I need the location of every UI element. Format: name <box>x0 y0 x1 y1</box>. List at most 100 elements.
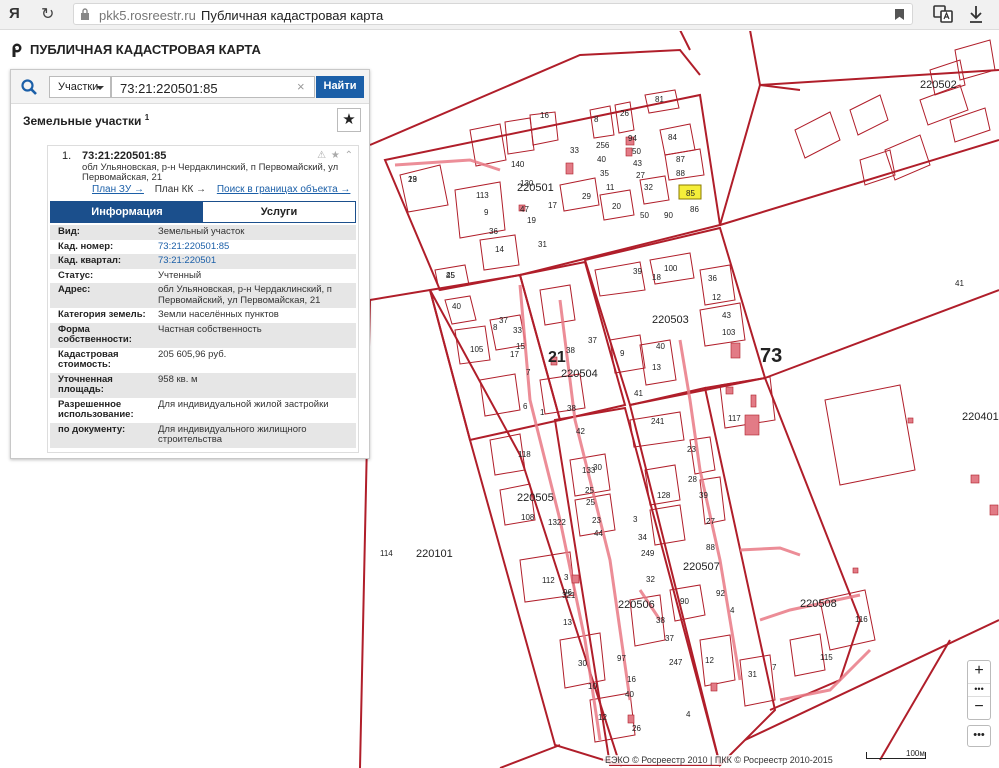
zoom-out-button[interactable]: − <box>968 697 990 719</box>
parcel-number-label[interactable]: 39 <box>699 491 708 500</box>
parcel-number-label[interactable]: 7 <box>772 663 777 672</box>
download-icon[interactable] <box>967 4 985 24</box>
search-icon[interactable] <box>21 79 37 95</box>
parcel-number-label[interactable]: 37 <box>665 634 674 643</box>
parcel-number-label[interactable]: 44 <box>594 529 603 538</box>
parcel-number-label[interactable]: 23 <box>592 516 601 525</box>
parcel-number-label[interactable]: 31 <box>538 240 547 249</box>
parcel-number-label[interactable]: 100 <box>664 264 678 273</box>
parcel-number-label[interactable]: 130 <box>520 179 534 188</box>
property-value[interactable]: 73:21:220501 <box>158 255 356 267</box>
parcel-number-label[interactable]: 40 <box>452 302 461 311</box>
zoom-in-button[interactable]: + <box>968 661 990 683</box>
tab-services[interactable]: Услуги <box>203 202 355 222</box>
parcel-number-label[interactable]: 27 <box>636 171 645 180</box>
parcel-number-label[interactable]: 35 <box>600 169 609 178</box>
parcel-number-label[interactable]: 6 <box>523 402 528 411</box>
parcel-number-label[interactable]: 23 <box>687 445 696 454</box>
more-tools-button[interactable]: ••• <box>967 725 991 747</box>
parcel-number-label[interactable]: 10 <box>588 682 597 691</box>
favorites-star-button[interactable]: ★ <box>337 108 361 132</box>
parcel-number-label[interactable]: 85 <box>686 189 695 198</box>
parcel-number-label[interactable]: 33 <box>570 146 579 155</box>
parcel-number-label[interactable]: 16 <box>540 111 549 120</box>
parcel-number-label[interactable]: 19 <box>527 216 536 225</box>
parcel-number-label[interactable]: 18 <box>652 273 661 282</box>
property-value[interactable]: 73:21:220501:85 <box>158 241 356 253</box>
parcel-number-label[interactable]: 26 <box>632 724 641 733</box>
parcel-number-label[interactable]: 103 <box>722 328 736 337</box>
parcel-number-label[interactable]: 112 <box>542 576 555 585</box>
parcel-number-label[interactable]: 19 <box>408 175 417 184</box>
parcel-number-label[interactable]: 37 <box>588 336 597 345</box>
parcel-number-label[interactable]: 17 <box>510 350 519 359</box>
parcel-number-label[interactable]: 12 <box>705 656 714 665</box>
parcel-number-label[interactable]: 42 <box>576 427 585 436</box>
parcel-number-label[interactable]: 11 <box>606 183 615 192</box>
parcel-number-label[interactable]: 81 <box>655 95 664 104</box>
parcel-number-label[interactable]: 39 <box>633 267 642 276</box>
parcel-number-label[interactable]: 50 <box>640 211 649 220</box>
parcel-number-label[interactable]: 92 <box>716 589 725 598</box>
parcel-number-label[interactable]: 247 <box>669 658 683 667</box>
parcel-number-label[interactable]: 113 <box>476 191 489 200</box>
parcel-number-label[interactable]: 8 <box>493 323 498 332</box>
parcel-number-label[interactable]: 84 <box>668 133 677 142</box>
search-input[interactable] <box>111 76 315 98</box>
clear-icon[interactable]: × <box>297 80 305 93</box>
plan-zu-link[interactable]: План ЗУ → <box>92 184 144 195</box>
parcel-number-label[interactable]: 40 <box>597 155 606 164</box>
parcel-number-label[interactable]: 108 <box>521 513 535 522</box>
parcel-number-label[interactable]: 90 <box>664 211 673 220</box>
parcel-number-label[interactable]: 32 <box>644 183 653 192</box>
find-button[interactable]: Найти <box>316 76 364 98</box>
parcel-number-label[interactable]: 9 <box>484 208 489 217</box>
search-bounds-link[interactable]: Поиск в границах объекта → <box>217 184 351 195</box>
address-bar[interactable]: pkk5.rosreestr.ru Публичная кадастровая … <box>73 3 913 25</box>
parcel-number-label[interactable]: 31 <box>748 670 757 679</box>
parcel-number-label[interactable]: 25 <box>585 486 594 495</box>
parcel-number-label[interactable]: 128 <box>657 491 671 500</box>
parcel-number-label[interactable]: 1322 <box>548 518 566 527</box>
translate-icon[interactable] <box>933 5 953 23</box>
parcel-number-label[interactable]: 14 <box>495 245 504 254</box>
parcel-number-label[interactable]: 25 <box>446 271 455 280</box>
warning-icon[interactable]: ⚠ <box>317 150 327 161</box>
parcel-number-label[interactable]: 37 <box>499 316 508 325</box>
parcel-number-label[interactable]: 12 <box>712 293 721 302</box>
parcel-number-label[interactable]: 40 <box>625 690 634 699</box>
object-type-select[interactable]: Участки <box>49 76 111 98</box>
parcel-number-label[interactable]: 90 <box>680 597 689 606</box>
parcel-number-label[interactable]: 3 <box>564 573 569 582</box>
parcel-number-label[interactable]: 105 <box>470 345 484 354</box>
parcel-number-label[interactable]: 43 <box>633 159 642 168</box>
parcel-number-label[interactable]: 13 <box>563 618 572 627</box>
parcel-number-label[interactable]: 321 <box>562 591 576 600</box>
parcel-number-label[interactable]: 118 <box>518 450 531 459</box>
tab-info[interactable]: Информация <box>51 202 203 222</box>
parcel-number-label[interactable]: 256 <box>596 141 610 150</box>
parcel-number-label[interactable]: 38 <box>567 404 576 413</box>
parcel-number-label[interactable]: 38 <box>566 346 575 355</box>
parcel-number-label[interactable]: 3 <box>633 515 638 524</box>
parcel-number-label[interactable]: 97 <box>617 654 626 663</box>
parcel-number-label[interactable]: 13 <box>652 363 661 372</box>
parcel-number-label[interactable]: 88 <box>706 543 715 552</box>
parcel-number-label[interactable]: 30 <box>578 659 587 668</box>
parcel-number-label[interactable]: 38 <box>656 616 665 625</box>
parcel-number-label[interactable]: 116 <box>855 615 868 624</box>
result-header[interactable]: 73:21:220501:85 обл Ульяновская, р-н Чер… <box>82 150 342 183</box>
parcel-number-label[interactable]: 32 <box>646 575 655 584</box>
parcel-number-label[interactable]: 36 <box>708 274 717 283</box>
browser-logo[interactable]: Я <box>9 5 20 22</box>
plan-kk-link[interactable]: План КК → <box>155 184 206 195</box>
parcel-number-label[interactable]: 40 <box>656 342 665 351</box>
parcel-number-label[interactable]: 43 <box>722 311 731 320</box>
parcel-number-label[interactable]: 115 <box>820 653 833 662</box>
parcel-number-label[interactable]: 28 <box>688 475 697 484</box>
parcel-number-label[interactable]: 94 <box>628 134 637 143</box>
star-icon[interactable]: ★ <box>331 150 341 161</box>
parcel-number-label[interactable]: 86 <box>690 205 699 214</box>
parcel-number-label[interactable]: 27 <box>706 517 715 526</box>
parcel-number-label[interactable]: 29 <box>582 192 591 201</box>
